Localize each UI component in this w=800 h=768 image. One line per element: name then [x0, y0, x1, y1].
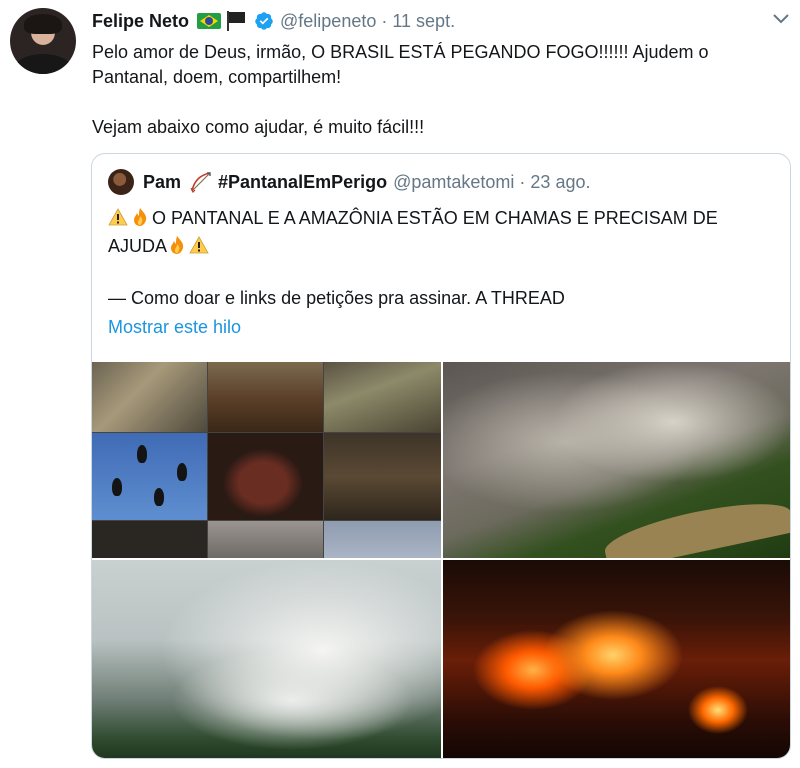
- quoted-tweet[interactable]: Pam #PantanalEmPerigo @pamtaketomi · 23 …: [91, 153, 791, 759]
- show-thread-link[interactable]: Mostrar este hilo: [108, 317, 241, 338]
- bird-silhouette: [154, 488, 164, 506]
- quoted-author-name[interactable]: Pam: [143, 172, 181, 193]
- warning-icon: [189, 236, 209, 254]
- quoted-separator-dot: ·: [519, 171, 526, 192]
- collage-cell: [92, 362, 207, 432]
- author-avatar[interactable]: [10, 8, 76, 74]
- smoke-over-forest-image[interactable]: [92, 560, 441, 758]
- collage-cell-birds: [92, 433, 207, 520]
- collage-cell: [208, 362, 323, 432]
- separator-dot: ·: [381, 10, 388, 31]
- bow-and-arrow-icon: [190, 172, 211, 193]
- avatar-shirt: [14, 54, 72, 74]
- chevron-down-icon[interactable]: [772, 11, 790, 27]
- tweet[interactable]: Felipe Neto @felipeneto · 11 sept. Pelo …: [0, 0, 800, 768]
- collage-cell: [92, 521, 207, 558]
- quoted-date[interactable]: 23 ago.: [530, 172, 590, 193]
- tweet-text-line2: Vejam abaixo como ajudar, é muito fácil!…: [92, 117, 425, 137]
- collage-cell: [324, 521, 441, 558]
- bird-silhouette: [112, 478, 122, 496]
- collage-cell: [324, 433, 441, 520]
- black-flag-icon: [224, 10, 248, 32]
- collage-cell-burned-animal: [208, 433, 323, 520]
- quoted-handle[interactable]: @pamtaketomi: [393, 172, 514, 193]
- river-shape: [600, 492, 790, 558]
- brazil-flag-icon: [197, 13, 222, 29]
- bird-silhouette: [137, 445, 147, 463]
- collage-cell: [208, 521, 323, 558]
- bird-silhouette: [177, 463, 187, 481]
- collage-cell: [324, 362, 441, 432]
- author-handle[interactable]: @felipeneto: [280, 11, 376, 32]
- tweet-header: Felipe Neto @felipeneto · 11 sept.: [92, 9, 455, 33]
- quoted-hashtag[interactable]: #PantanalEmPerigo: [218, 172, 387, 193]
- quoted-author-avatar[interactable]: [108, 169, 134, 195]
- fire-icon: [134, 208, 147, 226]
- quoted-body-main: O PANTANAL E A AMAZÔNIA ESTÃO EM CHAMAS …: [108, 204, 780, 260]
- forest-fire-aerial-image[interactable]: [443, 362, 790, 558]
- quoted-body-line2: — Como doar e links de petições pra assi…: [108, 288, 565, 308]
- tweet-date[interactable]: 11 sept.: [392, 11, 455, 32]
- tweet-text: Pelo amor de Deus, irmão, O BRASIL ESTÁ …: [92, 40, 782, 140]
- quoted-body: O PANTANAL E A AMAZÔNIA ESTÃO EM CHAMAS …: [108, 204, 780, 312]
- animals-collage-image[interactable]: [92, 362, 441, 558]
- tweet-text-line1: Pelo amor de Deus, irmão, O BRASIL ESTÁ …: [92, 42, 709, 87]
- verified-badge-icon: [255, 12, 273, 30]
- media-grid: [92, 362, 790, 758]
- avatar-hair: [24, 14, 62, 34]
- fire-icon: [171, 236, 184, 254]
- author-name[interactable]: Felipe Neto: [92, 11, 189, 32]
- quoted-tweet-header: Pam #PantanalEmPerigo @pamtaketomi · 23 …: [108, 169, 590, 195]
- night-fire-image[interactable]: [443, 560, 790, 758]
- warning-icon: [108, 208, 128, 226]
